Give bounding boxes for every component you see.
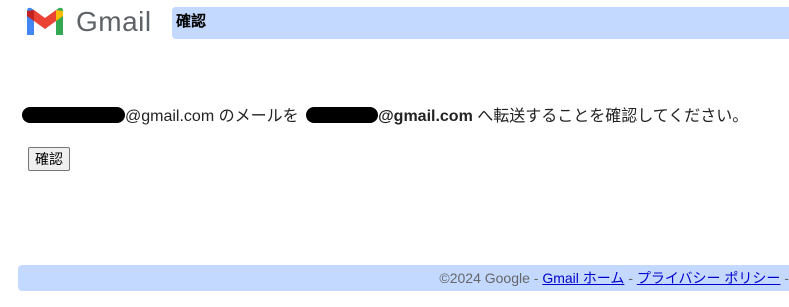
footer-copyright: ©2024 Google - [439,270,543,286]
gmail-m-logo-icon [27,7,63,36]
redacted-source-address [22,107,125,124]
message-end-text: へ転送することを確認してください。 [472,108,749,125]
footer-trailing: - [780,270,789,286]
confirm-button[interactable]: 確認 [28,147,70,171]
source-address-suffix: @gmail.com [125,108,215,125]
target-address-suffix: @gmail.com [378,108,473,125]
gmail-home-link[interactable]: Gmail ホーム [542,270,624,286]
privacy-policy-link[interactable]: プライバシー ポリシー [637,270,781,286]
gmail-logo[interactable]: Gmail [24,4,164,42]
footer-separator: - [624,270,637,286]
footer: ©2024 Google - Gmail ホーム - プライバシー ポリシー - [18,265,789,291]
footer-content: ©2024 Google - Gmail ホーム - プライバシー ポリシー - [439,265,789,291]
page: Gmail 確認 @gmail.com のメールを @gmail.com へ転送… [0,0,789,307]
message-middle-text: のメールを [214,108,304,125]
redacted-target-address [306,107,379,124]
confirmation-message: @gmail.com のメールを @gmail.com へ転送することを確認して… [22,104,748,130]
page-title: 確認 [176,13,207,30]
gmail-logo-text: Gmail [76,6,152,37]
title-bar: 確認 [172,7,789,39]
